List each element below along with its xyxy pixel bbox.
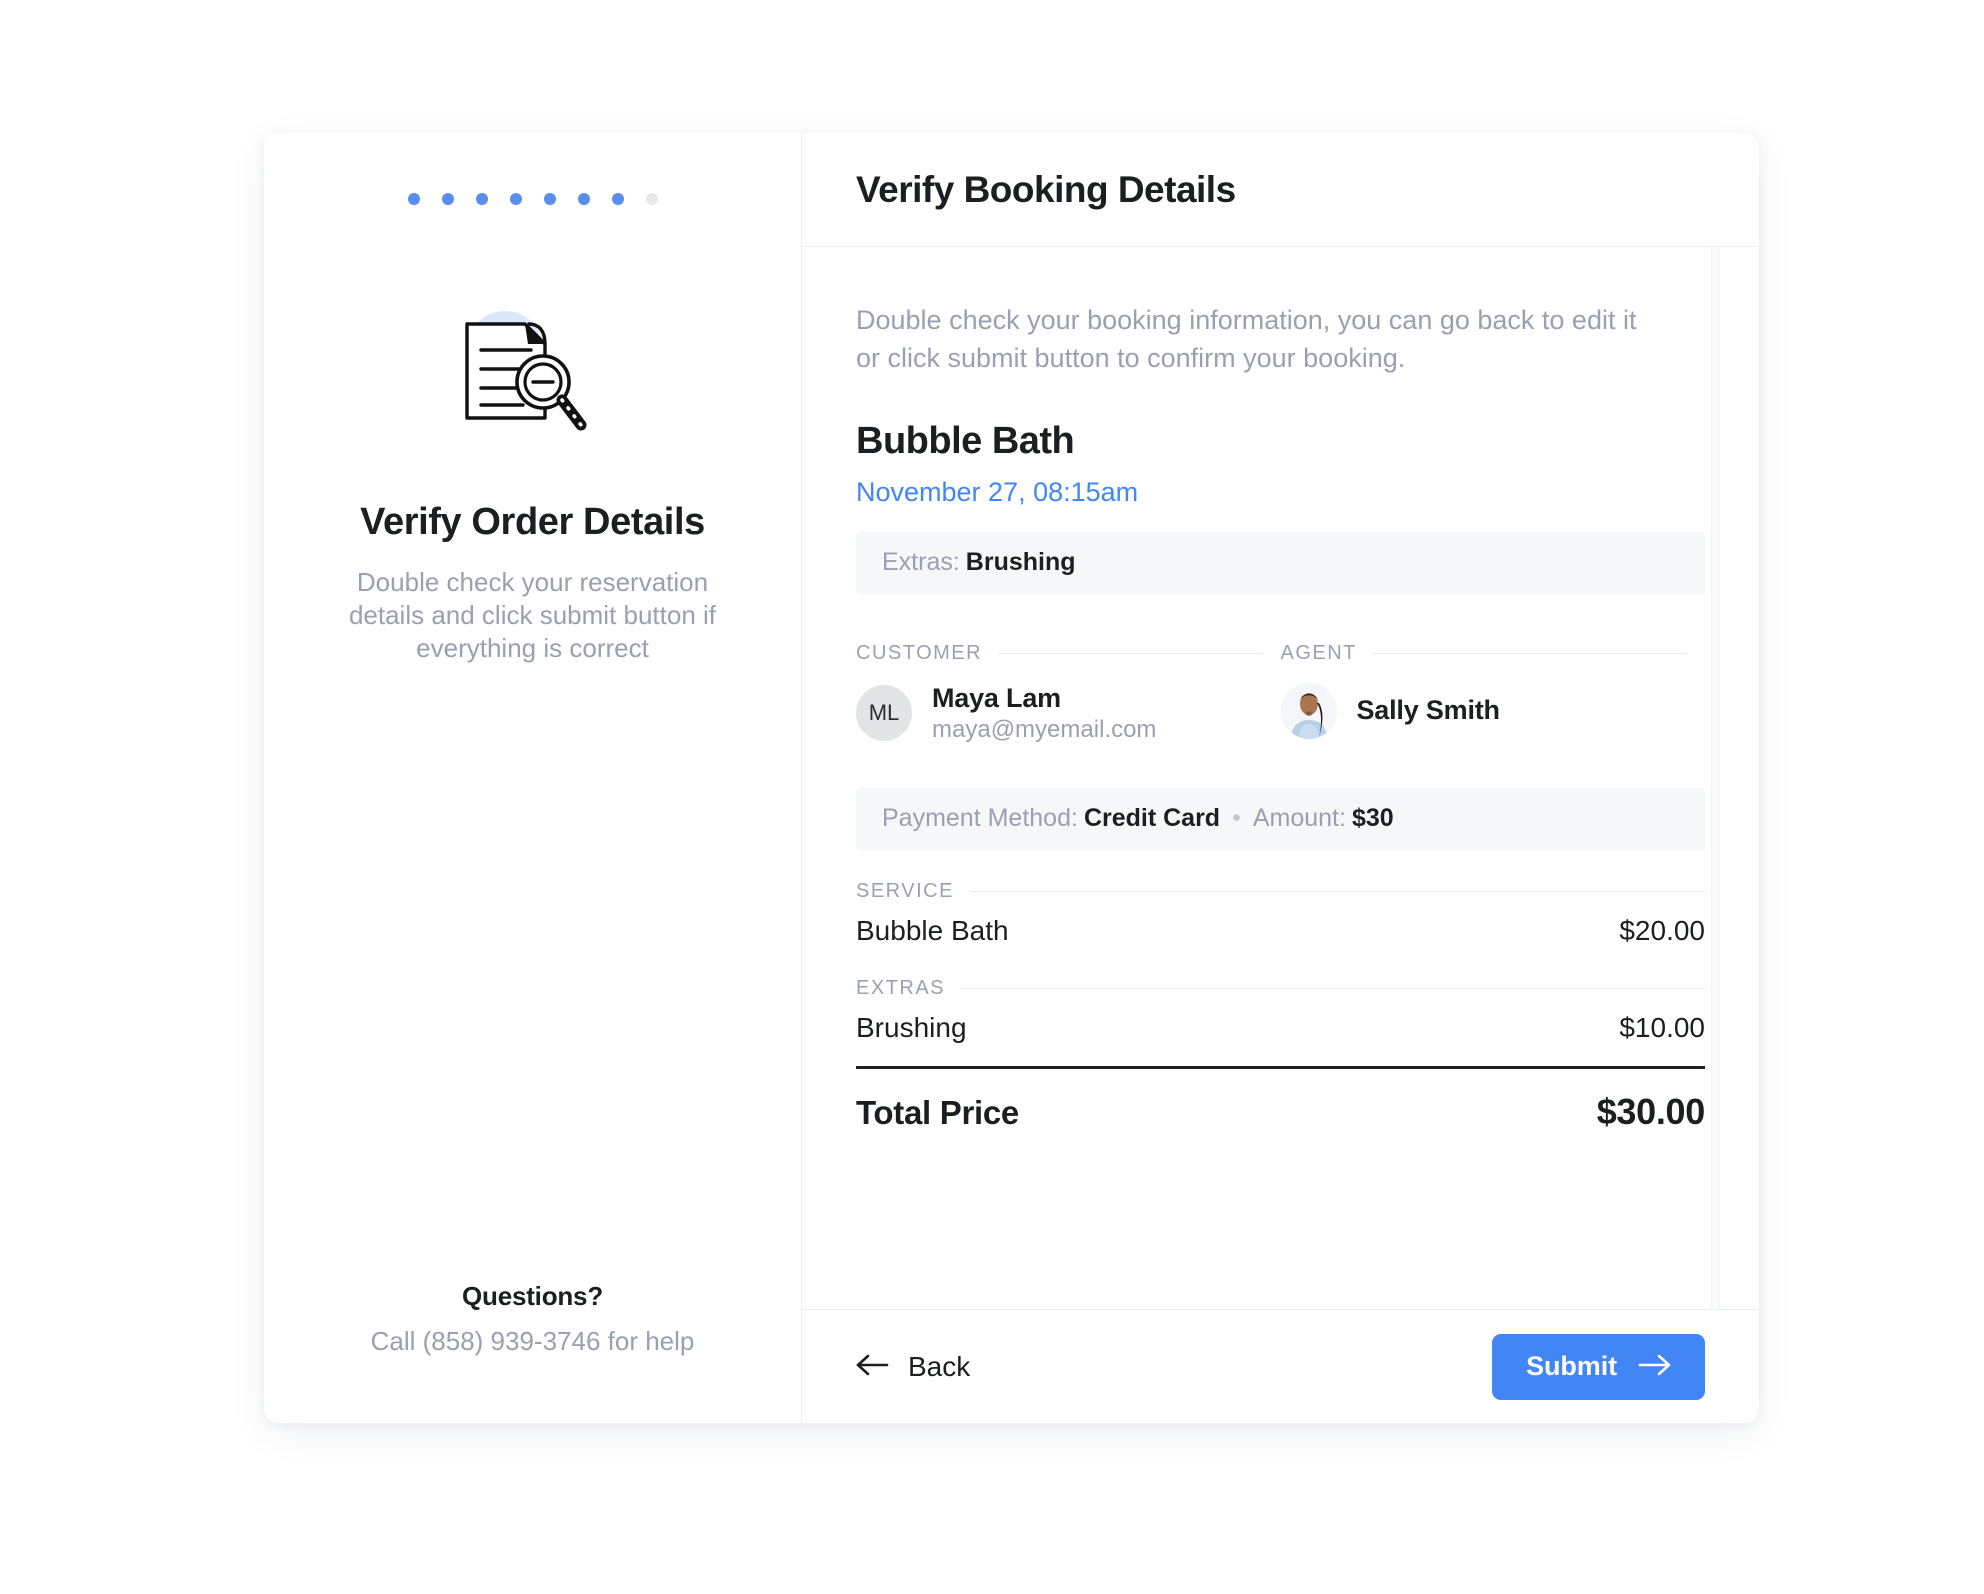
payment-amount-value: $30	[1351, 804, 1394, 833]
agent-avatar	[1280, 682, 1337, 739]
step-dot-8[interactable]	[645, 193, 658, 205]
left-panel-subtitle: Double check your reservation details an…	[348, 566, 717, 664]
payment-separator-dot: •	[1232, 804, 1241, 833]
booking-details-body: Double check your booking information, y…	[802, 247, 1759, 1309]
agent-section-header: AGENT	[1280, 641, 1687, 665]
wizard-right-panel: Verify Booking Details Double check your…	[802, 133, 1759, 1423]
payment-amount-label: Amount:	[1252, 804, 1346, 833]
extras-summary-label: Extras:	[882, 548, 960, 577]
left-panel-title: Verify Order Details	[360, 501, 705, 543]
section-divider-rule	[961, 987, 1705, 989]
document-magnifier-illustration	[433, 291, 633, 436]
questions-heading: Questions?	[461, 1281, 603, 1311]
booking-date-time: November 27, 08:15am	[856, 476, 1139, 507]
arrow-right-icon	[1637, 1353, 1671, 1380]
payment-method-value: Credit Card	[1083, 804, 1221, 833]
step-dot-5[interactable]	[543, 193, 556, 205]
total-price-label: Total Price	[856, 1093, 1019, 1131]
step-dot-4[interactable]	[509, 193, 522, 205]
back-button[interactable]: Back	[856, 1351, 970, 1383]
people-row: CUSTOMER ML Maya Lam maya@myemail.com AG…	[856, 642, 1705, 744]
customer-person: ML Maya Lam maya@myemail.com	[856, 683, 1263, 744]
customer-text: Maya Lam maya@myemail.com	[932, 683, 1156, 744]
extras-section-header: EXTRAS	[856, 977, 1705, 1000]
service-section: SERVICE Bubble Bath $20.00	[856, 880, 1705, 947]
extras-summary-value: Brushing	[965, 548, 1076, 577]
back-button-label: Back	[908, 1350, 971, 1382]
booking-wizard-card: Verify Order Details Double check your r…	[264, 133, 1759, 1423]
agent-section-label: AGENT	[1280, 641, 1357, 664]
step-progress-dots	[407, 193, 658, 205]
screen-root: Verify Order Details Double check your r…	[0, 0, 1984, 1594]
service-item-name: Bubble Bath	[856, 914, 1009, 946]
step-dot-3[interactable]	[475, 193, 488, 205]
payment-method-label: Payment Method:	[882, 804, 1078, 833]
submit-button-label: Submit	[1526, 1351, 1617, 1381]
agent-name: Sally Smith	[1356, 695, 1501, 726]
extras-item-price: $10.00	[1619, 1011, 1705, 1043]
left-panel-footer: Questions? Call (858) 939-3746 for help	[264, 1281, 801, 1357]
section-divider-rule	[1372, 652, 1687, 654]
step-dot-6[interactable]	[577, 193, 590, 205]
service-section-label: SERVICE	[856, 879, 954, 902]
wizard-left-panel: Verify Order Details Double check your r…	[264, 133, 802, 1423]
customer-section-header: CUSTOMER	[856, 642, 1263, 665]
step-dot-1[interactable]	[407, 193, 420, 205]
extras-summary-strip: Extras: Brushing	[856, 531, 1705, 594]
service-section-header: SERVICE	[856, 880, 1705, 903]
wizard-footer: Back Submit	[802, 1309, 1759, 1423]
customer-block: CUSTOMER ML Maya Lam maya@myemail.com	[856, 642, 1281, 744]
customer-name: Maya Lam	[932, 682, 1061, 713]
customer-avatar: ML	[856, 685, 912, 742]
agent-text: Sally Smith	[1356, 695, 1501, 726]
booking-service-name: Bubble Bath	[856, 419, 1075, 462]
intro-text: Double check your booking information, y…	[856, 305, 1637, 374]
step-dot-7[interactable]	[611, 193, 624, 205]
service-line-item: Bubble Bath $20.00	[856, 915, 1705, 947]
extras-line-item: Brushing $10.00	[856, 1012, 1705, 1044]
page-title: Verify Booking Details	[856, 168, 1236, 210]
service-item-price: $20.00	[1619, 914, 1705, 946]
arrow-left-icon	[856, 1353, 890, 1380]
step-dot-2[interactable]	[441, 193, 454, 205]
help-phone-text[interactable]: Call (858) 939-3746 for help	[264, 1326, 801, 1357]
section-divider-rule	[969, 890, 1705, 892]
customer-email: maya@myemail.com	[932, 715, 1157, 743]
right-panel-header: Verify Booking Details	[802, 133, 1759, 247]
vertical-scrollbar[interactable]	[1711, 247, 1720, 1309]
extras-section: EXTRAS Brushing $10.00	[856, 977, 1705, 1044]
total-price-amount: $30.00	[1596, 1090, 1706, 1132]
agent-block: AGENT Sally Smith	[1280, 641, 1706, 744]
customer-section-label: CUSTOMER	[856, 641, 983, 664]
total-row: Total Price $30.00	[856, 1091, 1705, 1133]
section-divider-rule	[998, 652, 1263, 654]
submit-button[interactable]: Submit	[1492, 1333, 1705, 1400]
total-divider	[856, 1065, 1705, 1069]
agent-person: Sally Smith	[1280, 682, 1688, 739]
extras-item-name: Brushing	[856, 1011, 967, 1043]
extras-section-label: EXTRAS	[856, 976, 946, 999]
payment-summary-strip: Payment Method: Credit Card • Amount: $3…	[856, 787, 1705, 850]
